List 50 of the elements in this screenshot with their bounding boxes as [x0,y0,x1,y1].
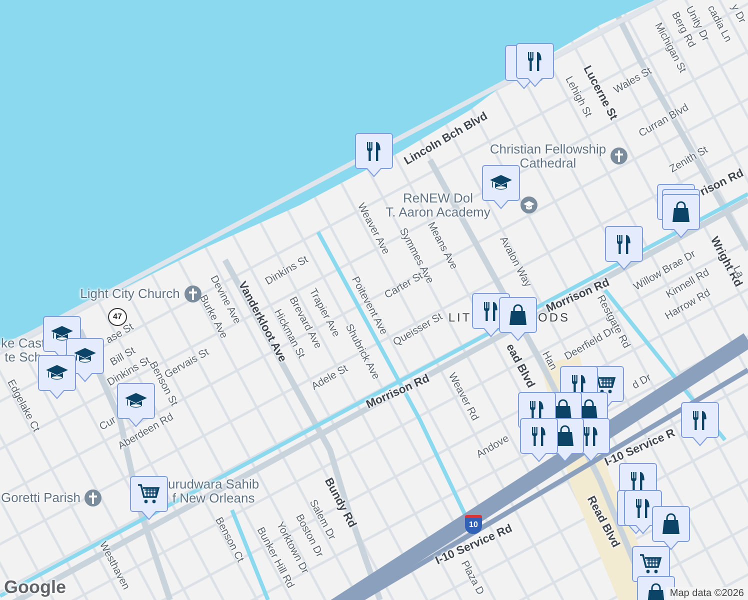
map-marker[interactable] [662,194,700,238]
place-label: Christian Fellowship Cathedral [490,142,606,170]
map-marker[interactable] [130,476,168,520]
map-marker[interactable] [652,506,690,550]
map-marker[interactable] [355,133,393,177]
fork-knife-icon [532,427,546,446]
fork-knife-icon [584,427,598,446]
graduation-cap-icon [51,326,73,341]
shopping-bag-icon [510,304,526,325]
neighborhood-label: LIT [448,312,472,324]
street-label: Han [540,350,558,372]
cross-icon[interactable] [184,285,202,303]
fork-knife-icon [636,499,650,518]
fork-knife-icon [530,401,544,420]
place-label: Goretti Parish [1,491,80,505]
neighborhood-label: ODS [538,312,570,324]
street-label: Cur [98,415,118,433]
fork-knife-icon [631,472,644,491]
street-label: y Dr [728,2,748,26]
street-label: rison Rd [698,167,746,199]
shopping-bag-icon [648,583,664,600]
street-label: Plaza D [458,559,486,597]
map-marker[interactable] [605,226,643,270]
graduation-cap-icon [490,175,512,190]
cross-icon[interactable] [84,489,102,507]
shopping-bag-icon [556,425,574,446]
map-marker[interactable] [520,418,558,462]
street-label: Wales St [612,66,654,96]
shopping-cart-icon [640,554,662,574]
shopping-cart-icon [138,484,160,504]
street-label: d Dr [630,372,654,392]
map-marker[interactable] [482,165,520,209]
graduation-cap-icon [74,348,96,363]
street-label: ead Blvd [503,342,537,390]
shopping-bag-icon [662,513,680,534]
fork-knife-icon [367,142,380,161]
cross-icon[interactable] [610,147,628,165]
fork-knife-icon [693,411,706,430]
fork-knife-icon [484,302,498,321]
street-label: Adele St [310,363,350,393]
fork-knife-icon [572,375,586,394]
interstate-shield: 10 [465,515,482,534]
fork-knife-icon [617,235,630,254]
graduation-cap-icon[interactable] [520,196,538,214]
map-marker[interactable] [681,402,719,446]
graduation-cap-icon [46,365,68,380]
graduation-cap-icon [125,393,147,408]
shopping-bag-icon [672,201,690,222]
map-marker[interactable] [499,297,537,341]
place-label: ReNEW Dol T. Aaron Academy [386,191,490,219]
